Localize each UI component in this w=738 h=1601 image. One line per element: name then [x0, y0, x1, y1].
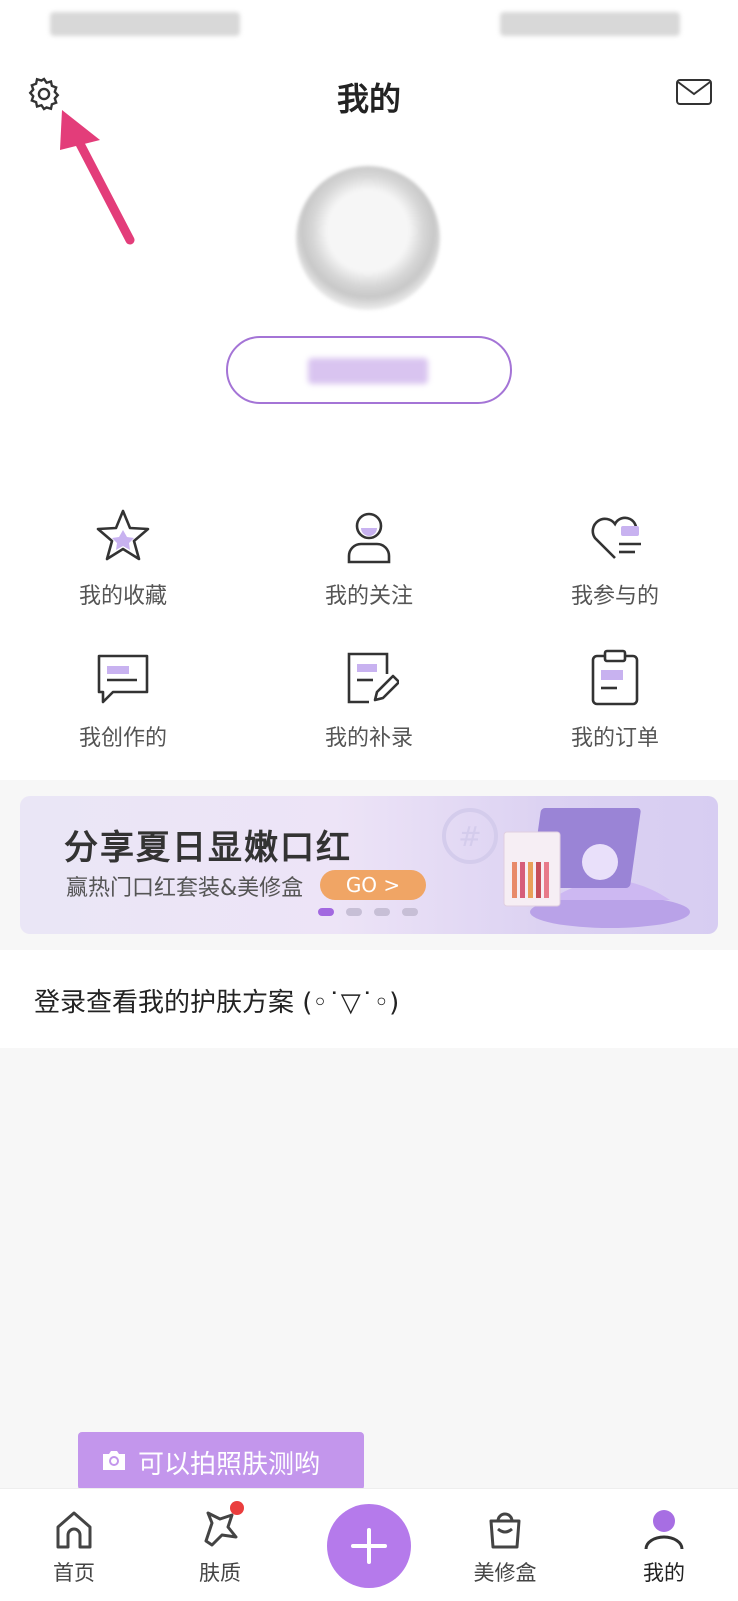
pagination-dot[interactable] — [374, 908, 390, 916]
tab-skin[interactable]: 肤质 — [170, 1501, 270, 1587]
annotation-arrow — [60, 110, 135, 245]
mail-icon — [676, 79, 712, 105]
messages-button[interactable] — [670, 68, 718, 116]
add-post-button[interactable] — [327, 1504, 411, 1588]
clipboard-icon — [591, 649, 639, 706]
menu-supplement[interactable]: 我的补录 — [269, 648, 469, 768]
menu-following[interactable]: 我的关注 — [269, 506, 469, 626]
bag-icon — [489, 1512, 521, 1549]
avatar[interactable] — [296, 166, 440, 310]
menu-participated[interactable]: 我参与的 — [515, 506, 715, 626]
camera-tooltip[interactable]: 可以拍照肤测哟 — [78, 1432, 364, 1500]
promo-banner[interactable]: # 分享夏日显嫩口红 赢热门口红套装&美修盒 GO > — [20, 796, 718, 934]
tab-beauty-box[interactable]: 美修盒 — [455, 1507, 555, 1587]
pagination-dot[interactable] — [402, 908, 418, 916]
tab-label: 肤质 — [199, 1561, 241, 1585]
menu-label: 我创作的 — [78, 726, 167, 751]
banner-subtitle: 赢热门口红套装&美修盒 — [66, 876, 304, 901]
profile-icon — [644, 1510, 684, 1550]
star-icon — [96, 509, 150, 561]
menu-label: 我参与的 — [570, 584, 659, 609]
menu-created[interactable]: 我创作的 — [23, 648, 223, 768]
pagination-dot[interactable] — [346, 908, 362, 916]
camera-icon — [103, 1451, 125, 1470]
login-name-button[interactable] — [226, 336, 512, 404]
menu-label: 我的订单 — [570, 726, 659, 751]
menu-label: 我的收藏 — [78, 584, 167, 609]
status-right-blur — [500, 12, 680, 36]
tab-home[interactable]: 首页 — [24, 1507, 124, 1587]
skincare-plan-text: 登录查看我的护肤方案 (◦˙▽˙◦) — [34, 988, 400, 1018]
tab-label: 首页 — [53, 1561, 95, 1585]
banner-title: 分享夏日显嫩口红 — [64, 828, 352, 868]
svg-text:#: # — [458, 820, 481, 853]
tab-label: 我的 — [643, 1561, 685, 1585]
banner-pagination — [318, 908, 418, 916]
banner-product-image — [503, 808, 690, 928]
menu-label: 我的补录 — [324, 726, 413, 751]
menu-orders[interactable]: 我的订单 — [515, 648, 715, 768]
tab-mine[interactable]: 我的 — [614, 1507, 714, 1587]
tab-label: 美修盒 — [473, 1561, 537, 1585]
pagination-dot-active[interactable] — [318, 908, 334, 916]
status-left-blur — [50, 12, 240, 36]
tooltip-text: 可以拍照肤测哟 — [138, 1450, 321, 1480]
menu-label: 我的关注 — [324, 584, 413, 609]
heart-list-icon — [591, 516, 641, 559]
plus-icon — [351, 1528, 387, 1564]
banner-go-button[interactable]: GO > — [320, 870, 426, 900]
chat-icon — [97, 654, 149, 704]
menu-favorites[interactable]: 我的收藏 — [23, 506, 223, 626]
username-blurred — [308, 358, 428, 384]
status-bar — [0, 0, 738, 48]
edit-doc-icon — [347, 652, 399, 704]
notification-badge — [230, 1501, 244, 1515]
skincare-plan-section[interactable]: 登录查看我的护肤方案 (◦˙▽˙◦) — [0, 950, 738, 1048]
home-icon — [56, 1511, 92, 1549]
person-icon — [347, 512, 391, 564]
